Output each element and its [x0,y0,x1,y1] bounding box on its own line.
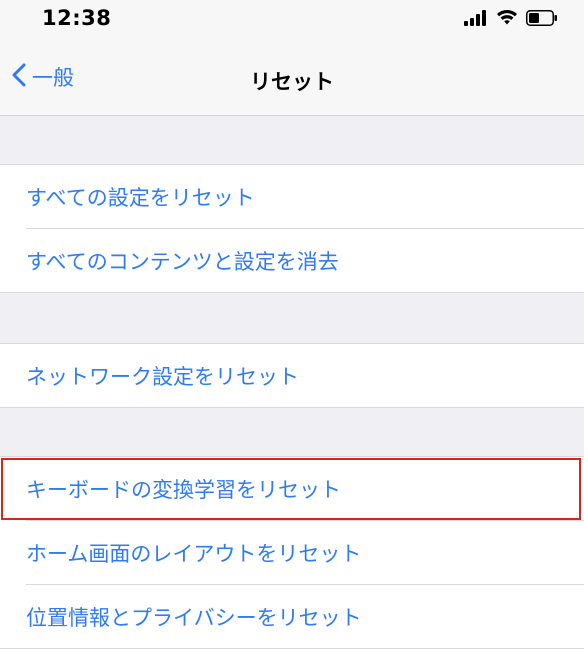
status-time: 12:38 [42,6,112,30]
settings-group-3: キーボードの変換学習をリセット ホーム画面のレイアウトをリセット 位置情報とプラ… [0,456,584,649]
row-label: ホーム画面のレイアウトをリセット [26,541,362,566]
reset-keyboard-dictionary-row[interactable]: キーボードの変換学習をリセット [0,457,584,520]
row-label: キーボードの変換学習をリセット [26,477,341,502]
erase-all-content-row[interactable]: すべてのコンテンツと設定を消去 [0,229,584,292]
reset-location-privacy-row[interactable]: 位置情報とプライバシーをリセット [0,585,584,648]
status-icons [464,9,558,30]
reset-network-settings-row[interactable]: ネットワーク設定をリセット [0,344,584,407]
page-title: リセット [250,70,334,94]
status-bar: 12:38 [0,0,584,42]
row-label: すべてのコンテンツと設定を消去 [26,249,339,274]
reset-all-settings-row[interactable]: すべての設定をリセット [0,165,584,228]
wifi-icon [496,9,518,30]
settings-group-1: すべての設定をリセット すべてのコンテンツと設定を消去 [0,164,584,293]
row-label: ネットワーク設定をリセット [26,364,299,389]
settings-group-2: ネットワーク設定をリセット [0,343,584,408]
row-label: すべての設定をリセット [26,185,255,210]
row-label: 位置情報とプライバシーをリセット [26,605,362,630]
battery-icon [526,9,558,30]
reset-home-screen-layout-row[interactable]: ホーム画面のレイアウトをリセット [0,521,584,584]
cellular-signal-icon [464,9,488,30]
navigation-bar: 一般 リセット [0,42,584,116]
